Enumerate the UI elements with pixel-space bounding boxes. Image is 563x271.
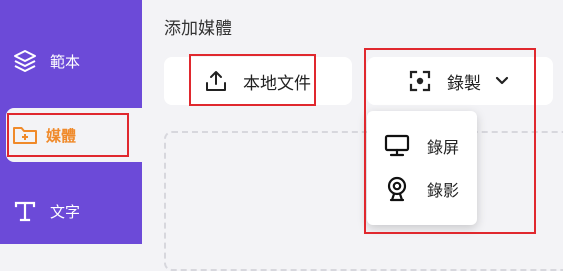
sidebar-item-label: 文字	[50, 202, 81, 221]
record-button[interactable]: 錄製	[367, 57, 553, 105]
monitor-icon	[384, 134, 410, 158]
record-button-label: 錄製	[447, 73, 481, 94]
record-dropdown-menu: 錄屏 錄影	[367, 111, 477, 225]
menu-item-screen-record[interactable]: 錄屏	[367, 129, 477, 163]
menu-item-label: 錄影	[427, 181, 460, 200]
sidebar-item-templates[interactable]: 範本	[0, 42, 142, 80]
webcam-icon	[386, 176, 408, 202]
section-title: 添加媒體	[164, 19, 232, 39]
upload-button-label: 本地文件	[243, 73, 311, 94]
sidebar: 範本 媒體 文字	[0, 0, 142, 244]
media-drop-zone[interactable]	[164, 131, 563, 271]
sidebar-item-text[interactable]: 文字	[0, 192, 142, 230]
menu-item-label: 錄屏	[427, 138, 460, 157]
layers-icon	[12, 48, 38, 74]
upload-icon	[204, 69, 228, 93]
sidebar-item-media[interactable]: 媒體	[6, 108, 142, 162]
upload-local-file-button[interactable]: 本地文件	[164, 57, 352, 105]
record-focus-icon	[409, 70, 431, 92]
chevron-down-icon[interactable]	[495, 76, 509, 86]
text-t-icon	[12, 198, 38, 224]
media-panel: 添加媒體 本地文件 錄製 錄屏 錄影	[142, 0, 563, 271]
sidebar-item-label: 範本	[50, 52, 81, 71]
sidebar-item-label: 媒體	[46, 126, 77, 145]
folder-plus-icon	[12, 123, 38, 147]
menu-item-webcam-record[interactable]: 錄影	[367, 172, 477, 206]
